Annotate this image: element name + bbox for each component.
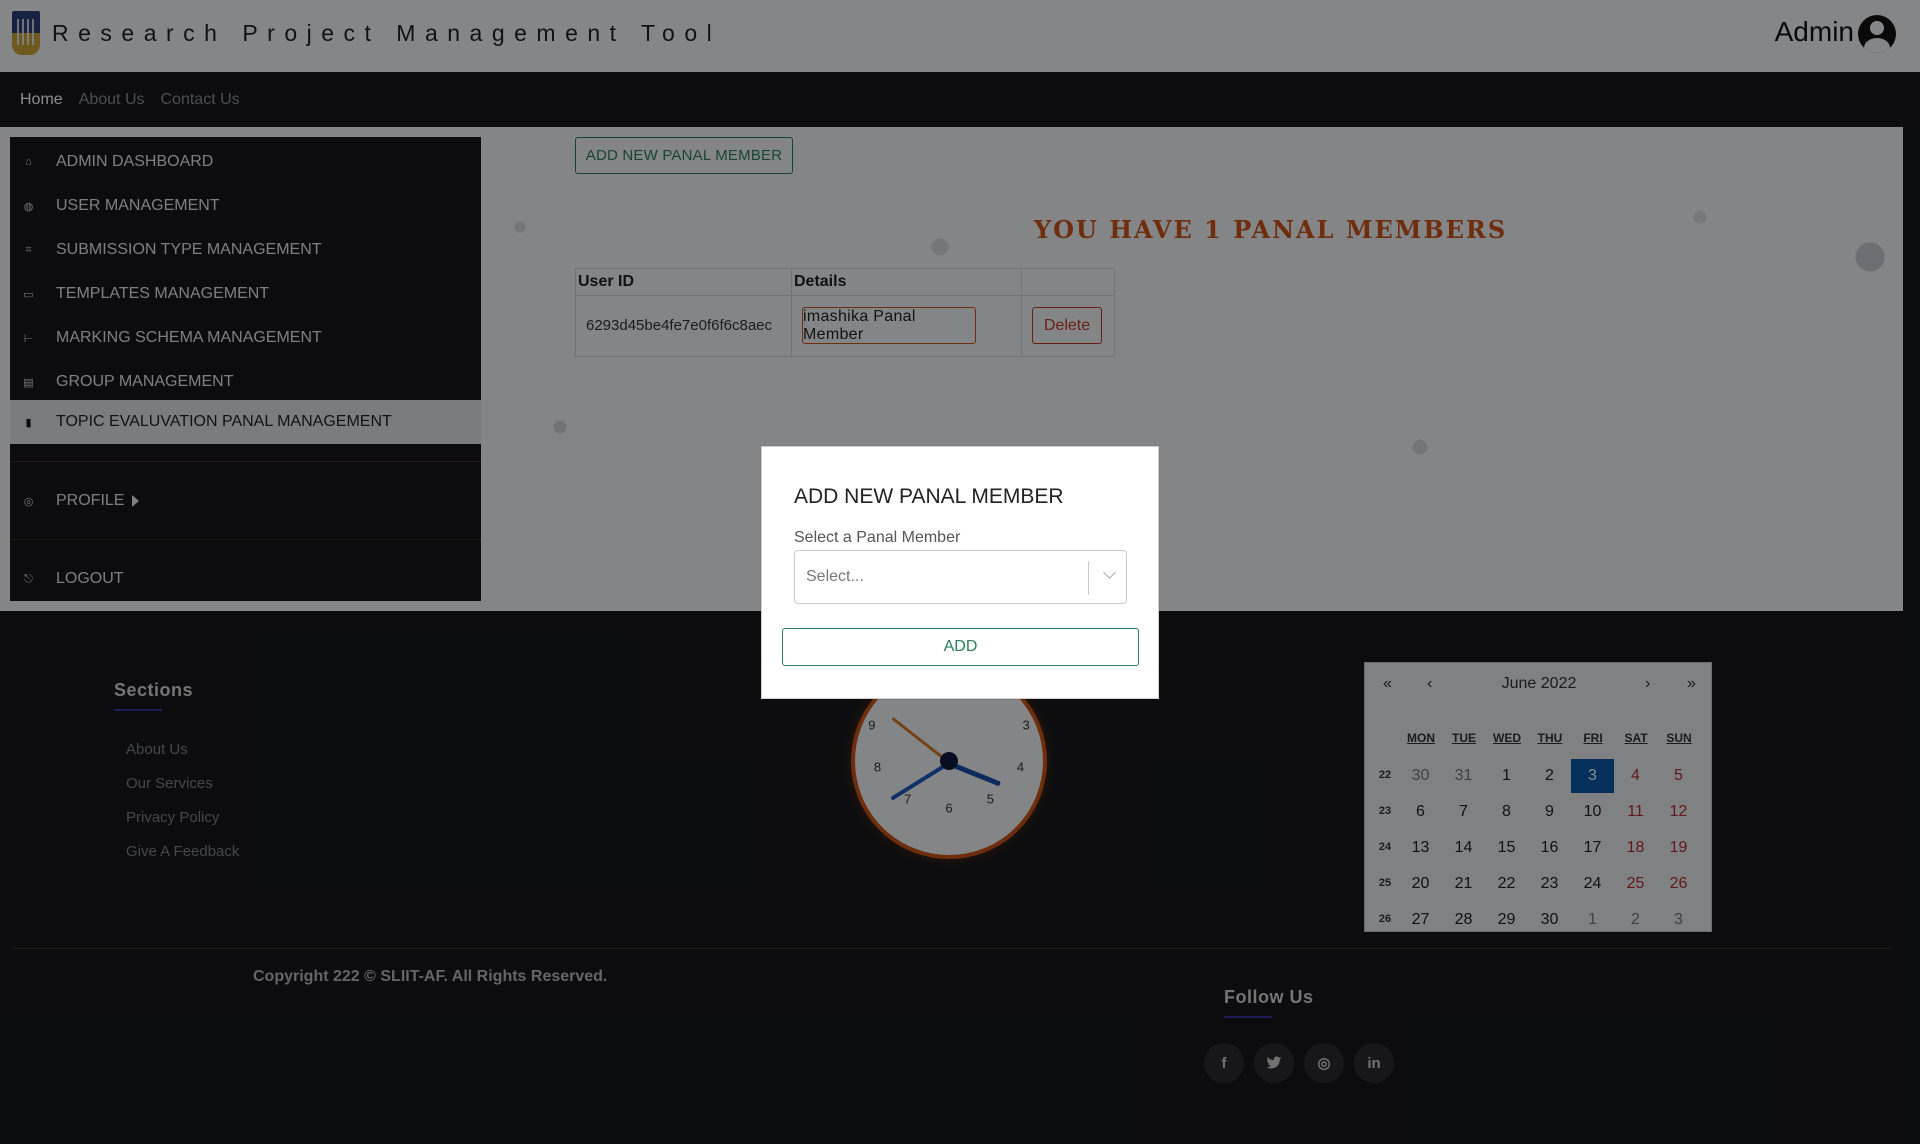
add-panal-member-modal: ADD NEW PANAL MEMBER Select a Panal Memb… bbox=[761, 446, 1159, 699]
select-separator bbox=[1088, 561, 1089, 595]
chevron-down-icon[interactable] bbox=[1103, 566, 1116, 579]
panal-member-select[interactable]: Select... bbox=[794, 550, 1127, 604]
select-placeholder: Select... bbox=[806, 568, 864, 585]
select-label: Select a Panal Member bbox=[794, 529, 961, 546]
add-button[interactable]: ADD bbox=[782, 628, 1139, 666]
modal-title: ADD NEW PANAL MEMBER bbox=[794, 485, 1064, 508]
